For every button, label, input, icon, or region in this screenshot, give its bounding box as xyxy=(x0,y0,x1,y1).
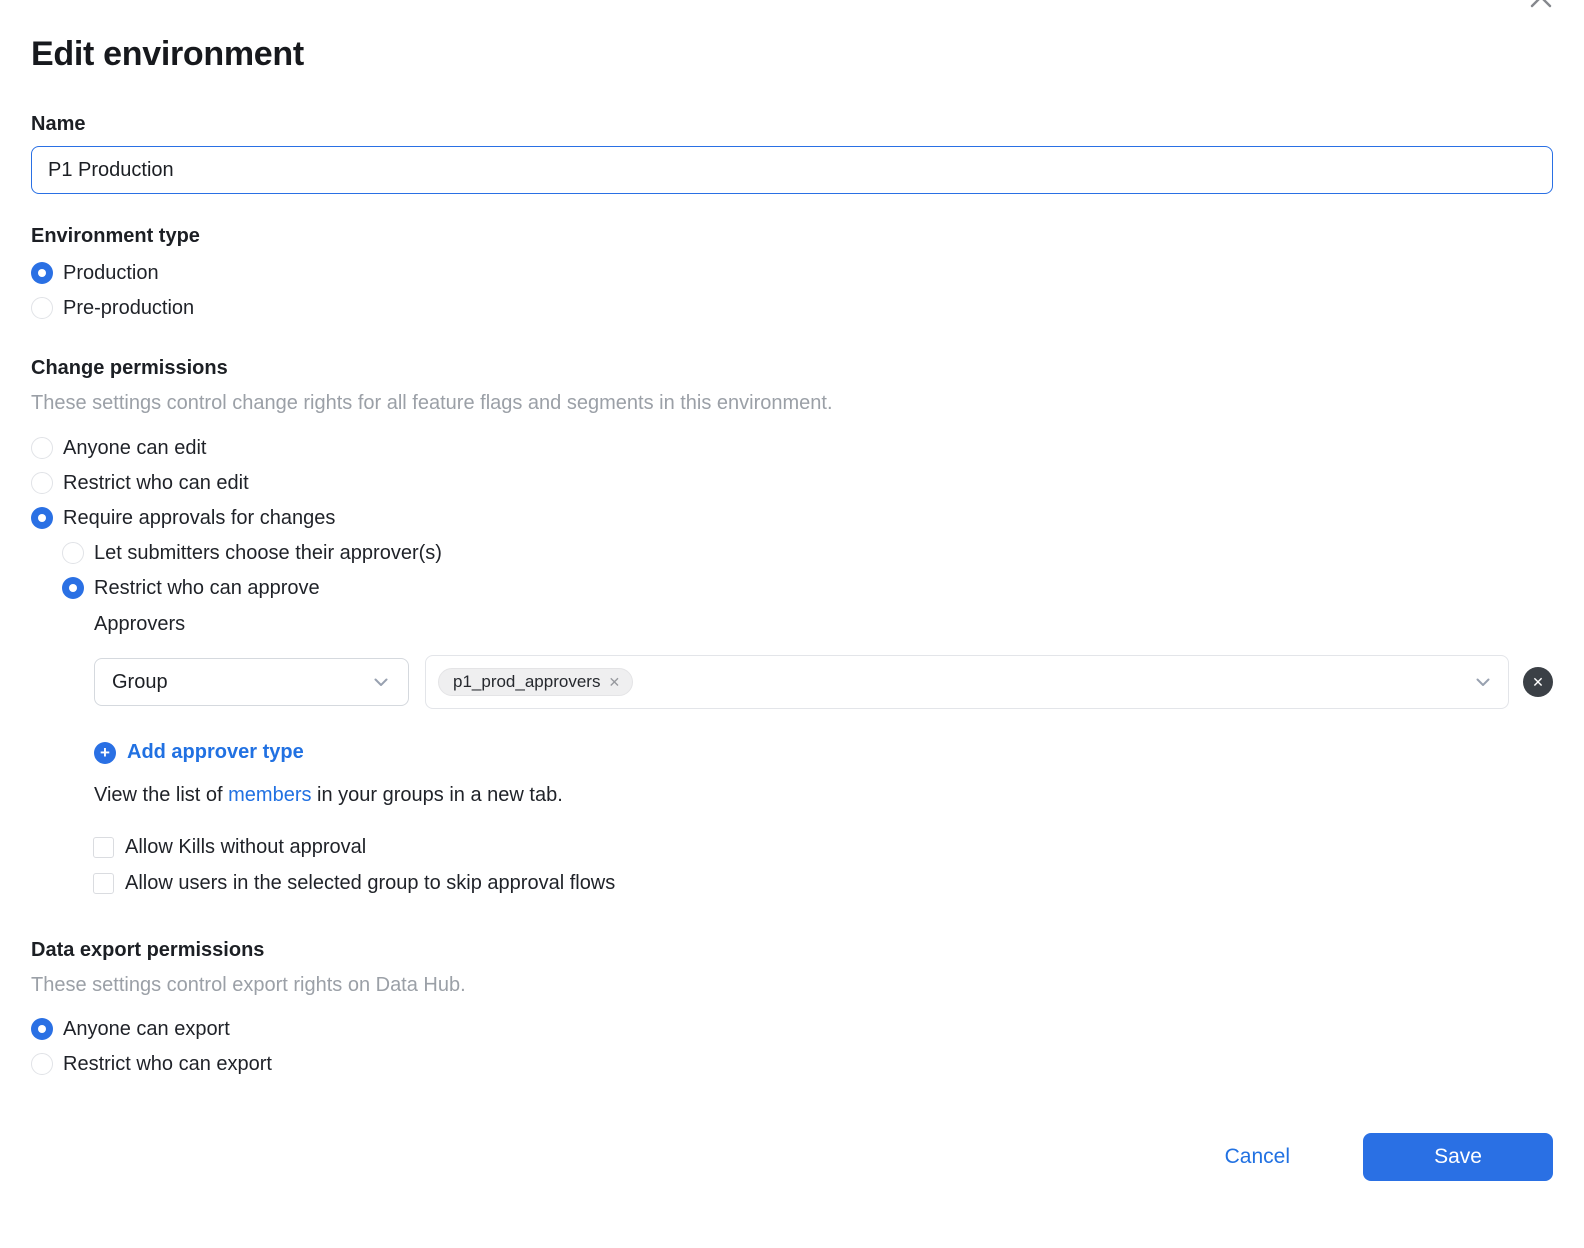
radio-icon[interactable] xyxy=(31,437,53,459)
approver-chip-label: p1_prod_approvers xyxy=(453,672,600,692)
approvers-multiselect[interactable]: p1_prod_approvers ✕ xyxy=(425,655,1509,709)
change-permissions-description: These settings control change rights for… xyxy=(31,391,1553,415)
name-input[interactable] xyxy=(31,146,1553,194)
radio-restrict-who-can-export[interactable]: Restrict who can export xyxy=(31,1052,1553,1076)
chip-remove-icon[interactable]: ✕ xyxy=(608,675,620,689)
checkbox-allow-kills[interactable]: Allow Kills without approval xyxy=(93,835,1553,859)
approver-type-value: Group xyxy=(112,671,168,694)
checkbox-icon[interactable] xyxy=(93,837,114,858)
radio-pre-production[interactable]: Pre-production xyxy=(31,296,1553,320)
edit-environment-dialog: Edit environment Name Environment type P… xyxy=(0,0,1584,1248)
data-export-heading: Data export permissions xyxy=(31,938,1553,962)
radio-icon[interactable] xyxy=(31,1053,53,1075)
radio-icon[interactable] xyxy=(31,472,53,494)
remove-approver-row-icon[interactable]: ✕ xyxy=(1523,667,1553,697)
change-permissions-options: Anyone can edit Restrict who can edit Re… xyxy=(31,436,1553,600)
add-approver-type-button[interactable]: + Add approver type xyxy=(94,741,304,764)
radio-icon[interactable] xyxy=(31,507,53,529)
chevron-down-icon xyxy=(372,673,390,691)
approver-chip: p1_prod_approvers ✕ xyxy=(438,668,633,696)
checkbox-icon[interactable] xyxy=(93,873,114,894)
approver-row: Group p1_prod_approvers ✕ ✕ xyxy=(94,655,1553,709)
checkbox-skip-approval-flows[interactable]: Allow users in the selected group to ski… xyxy=(93,871,1553,895)
radio-icon[interactable] xyxy=(31,262,53,284)
radio-icon[interactable] xyxy=(62,542,84,564)
close-icon[interactable] xyxy=(1524,0,1558,14)
dialog-footer: Cancel Save xyxy=(31,1133,1553,1181)
radio-icon[interactable] xyxy=(62,577,84,599)
environment-type-options: Production Pre-production xyxy=(31,261,1553,320)
name-label: Name xyxy=(31,112,1553,136)
radio-restrict-who-can-edit[interactable]: Restrict who can edit xyxy=(31,471,1553,495)
plus-icon: + xyxy=(94,742,116,764)
radio-submitters-choose-approvers[interactable]: Let submitters choose their approver(s) xyxy=(62,541,1553,565)
approval-checkboxes: Allow Kills without approval Allow users… xyxy=(31,835,1553,895)
radio-production[interactable]: Production xyxy=(31,261,1553,285)
radio-icon[interactable] xyxy=(31,297,53,319)
approvers-label: Approvers xyxy=(94,612,1553,636)
data-export-description: These settings control export rights on … xyxy=(31,973,1553,997)
radio-icon[interactable] xyxy=(31,1018,53,1040)
radio-anyone-can-export[interactable]: Anyone can export xyxy=(31,1017,1553,1041)
page-title: Edit environment xyxy=(31,0,1553,75)
members-note: View the list of members in your groups … xyxy=(94,783,1553,807)
data-export-options: Anyone can export Restrict who can expor… xyxy=(31,1017,1553,1076)
chevron-down-icon[interactable] xyxy=(1474,673,1492,691)
radio-restrict-who-can-approve[interactable]: Restrict who can approve xyxy=(62,576,1553,600)
save-button[interactable]: Save xyxy=(1363,1133,1553,1181)
environment-type-heading: Environment type xyxy=(31,224,1553,248)
change-permissions-heading: Change permissions xyxy=(31,356,1553,380)
radio-anyone-can-edit[interactable]: Anyone can edit xyxy=(31,436,1553,460)
members-link[interactable]: members xyxy=(228,784,311,806)
radio-require-approvals[interactable]: Require approvals for changes xyxy=(31,506,1553,530)
approver-type-select[interactable]: Group xyxy=(94,658,409,706)
cancel-button[interactable]: Cancel xyxy=(1225,1145,1290,1169)
